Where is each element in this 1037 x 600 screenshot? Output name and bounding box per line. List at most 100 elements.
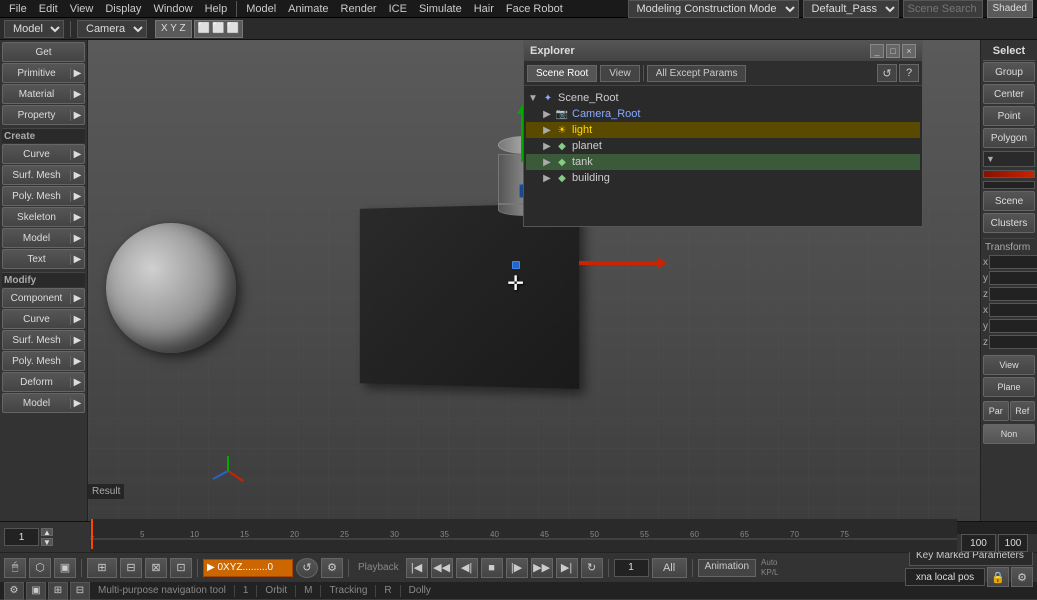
model-mod-button[interactable]: Model ▶ xyxy=(2,393,85,413)
timeline-start-field[interactable] xyxy=(4,528,39,546)
scene-button[interactable]: Scene xyxy=(983,191,1035,211)
select-dropdown-field[interactable]: ▼ xyxy=(983,151,1035,167)
viewport[interactable]: ✛ Result Explorer _ □ × Scene Root xyxy=(88,40,980,521)
curve-mod-button[interactable]: Curve ▶ xyxy=(2,309,85,329)
status-icon-1[interactable]: ⚙ xyxy=(4,582,24,600)
status-icon-3[interactable]: ⊞ xyxy=(48,582,68,600)
x-value-input[interactable] xyxy=(989,255,1037,269)
property-button[interactable]: Property ▶ xyxy=(2,105,85,125)
menu-file[interactable]: File xyxy=(4,2,32,16)
poly-mesh-button[interactable]: Poly. Mesh ▶ xyxy=(2,186,85,206)
tab-all-except-params[interactable]: All Except Params xyxy=(647,65,747,82)
tree-item-scene-root[interactable]: ▼ ✦ Scene_Root xyxy=(526,90,920,106)
tab-view[interactable]: View xyxy=(600,65,640,82)
center-button[interactable]: Center xyxy=(983,84,1035,104)
pb-loop-button[interactable]: ↺ xyxy=(296,558,318,578)
surf-mesh-button[interactable]: Surf. Mesh ▶ xyxy=(2,165,85,185)
pb-lock-button[interactable]: 🔒 xyxy=(987,567,1009,587)
x2-value-input[interactable] xyxy=(989,303,1037,317)
status-icon-2[interactable]: ▣ xyxy=(26,582,46,600)
tool-btn-2[interactable]: ⬡ xyxy=(29,558,51,578)
animation-button[interactable]: Animation xyxy=(698,559,756,577)
pb-loop[interactable]: ↻ xyxy=(581,558,603,578)
par-button[interactable]: Par xyxy=(983,401,1009,421)
material-button[interactable]: Material ▶ xyxy=(2,84,85,104)
timeline-current-out[interactable] xyxy=(998,534,1028,552)
curve-button[interactable]: Curve ▶ xyxy=(2,144,85,164)
z-value-input[interactable] xyxy=(989,287,1037,301)
explorer-minimize-button[interactable]: _ xyxy=(870,44,884,58)
tree-item-camera-root[interactable]: ▶ 📷 Camera_Root xyxy=(526,106,920,122)
pb-settings2-button[interactable]: ⚙ xyxy=(1011,567,1033,587)
menu-animate[interactable]: Animate xyxy=(283,2,333,16)
xna-local-pos-input[interactable] xyxy=(905,568,985,586)
explorer-maximize-button[interactable]: □ xyxy=(886,44,900,58)
menu-help[interactable]: Help xyxy=(200,2,233,16)
camera-selector[interactable]: Camera xyxy=(77,20,147,38)
scene-search-input[interactable] xyxy=(903,0,983,18)
timeline-end-field[interactable] xyxy=(961,534,996,552)
timeline-down-button[interactable]: ▼ xyxy=(41,538,53,546)
menu-ice[interactable]: ICE xyxy=(384,2,412,16)
pb-goto-start[interactable]: |◀ xyxy=(406,558,428,578)
group-button[interactable]: Group xyxy=(983,62,1035,82)
menu-render[interactable]: Render xyxy=(336,2,382,16)
menu-model[interactable]: Model xyxy=(241,2,281,16)
pb-prev-key[interactable]: ◀| xyxy=(456,558,478,578)
color-slider-2[interactable] xyxy=(983,181,1035,189)
timeline-up-button[interactable]: ▲ xyxy=(41,528,53,536)
ref-button[interactable]: Ref xyxy=(1010,401,1036,421)
pb-goto-end[interactable]: ▶| xyxy=(556,558,578,578)
modeling-mode-dropdown[interactable]: Modeling Construction Mode xyxy=(628,0,799,18)
z2-value-input[interactable] xyxy=(989,335,1037,349)
tool-btn-6[interactable]: ⊠ xyxy=(145,558,167,578)
menu-simulate[interactable]: Simulate xyxy=(414,2,467,16)
pb-next-frame[interactable]: ▶▶ xyxy=(531,558,553,578)
get-button[interactable]: Get xyxy=(2,42,85,62)
surf-mesh-mod-button[interactable]: Surf. Mesh ▶ xyxy=(2,330,85,350)
pb-settings-button[interactable]: ⚙ xyxy=(321,558,343,578)
plane-button[interactable]: Plane xyxy=(983,377,1035,397)
menu-display[interactable]: Display xyxy=(100,2,146,16)
menu-face-robot[interactable]: Face Robot xyxy=(501,2,568,16)
pb-next-key[interactable]: |▶ xyxy=(506,558,528,578)
tool-btn-7[interactable]: ⊡ xyxy=(170,558,192,578)
tree-item-planet[interactable]: ▶ ◆ planet xyxy=(526,138,920,154)
view-button[interactable]: View xyxy=(983,355,1035,375)
menu-edit[interactable]: Edit xyxy=(34,2,63,16)
mode-selector[interactable]: Model xyxy=(4,20,64,38)
explorer-close-button[interactable]: × xyxy=(902,44,916,58)
non-button[interactable]: Non xyxy=(983,424,1035,444)
point-button[interactable]: Point xyxy=(983,106,1035,126)
frame-range-input[interactable] xyxy=(203,559,293,577)
text-button[interactable]: Text ▶ xyxy=(2,249,85,269)
model-create-button[interactable]: Model ▶ xyxy=(2,228,85,248)
menu-hair[interactable]: Hair xyxy=(469,2,499,16)
color-slider-1[interactable] xyxy=(983,170,1035,178)
explorer-refresh-button[interactable]: ↺ xyxy=(877,64,897,82)
pb-prev-frame[interactable]: ◀◀ xyxy=(431,558,453,578)
menu-view[interactable]: View xyxy=(65,2,99,16)
polygon-button[interactable]: Polygon xyxy=(983,128,1035,148)
default-pass-dropdown[interactable]: Default_Pass xyxy=(803,0,899,18)
pb-stop[interactable]: ■ xyxy=(481,558,503,578)
clusters-button[interactable]: Clusters xyxy=(983,213,1035,233)
tree-item-tank[interactable]: ▶ ◆ tank xyxy=(526,154,920,170)
explorer-help-button[interactable]: ? xyxy=(899,64,919,82)
deform-button[interactable]: Deform ▶ xyxy=(2,372,85,392)
tool-btn-1[interactable]: 🖱 xyxy=(4,558,26,578)
current-frame-input[interactable] xyxy=(614,559,649,577)
tool-btn-4[interactable]: ⊞ xyxy=(87,558,117,578)
tab-scene-root[interactable]: Scene Root xyxy=(527,65,597,82)
skeleton-button[interactable]: Skeleton ▶ xyxy=(2,207,85,227)
tool-btn-3[interactable]: ▣ xyxy=(54,558,76,578)
component-button[interactable]: Component ▶ xyxy=(2,288,85,308)
y-value-input[interactable] xyxy=(989,271,1037,285)
primitive-button[interactable]: Primitive ▶ xyxy=(2,63,85,83)
status-icon-4[interactable]: ⊟ xyxy=(70,582,90,600)
pb-all-button[interactable]: All xyxy=(652,558,687,578)
y2-value-input[interactable] xyxy=(989,319,1037,333)
menu-window[interactable]: Window xyxy=(148,2,197,16)
tree-item-building[interactable]: ▶ ◆ building xyxy=(526,170,920,186)
poly-mesh-mod-button[interactable]: Poly. Mesh ▶ xyxy=(2,351,85,371)
